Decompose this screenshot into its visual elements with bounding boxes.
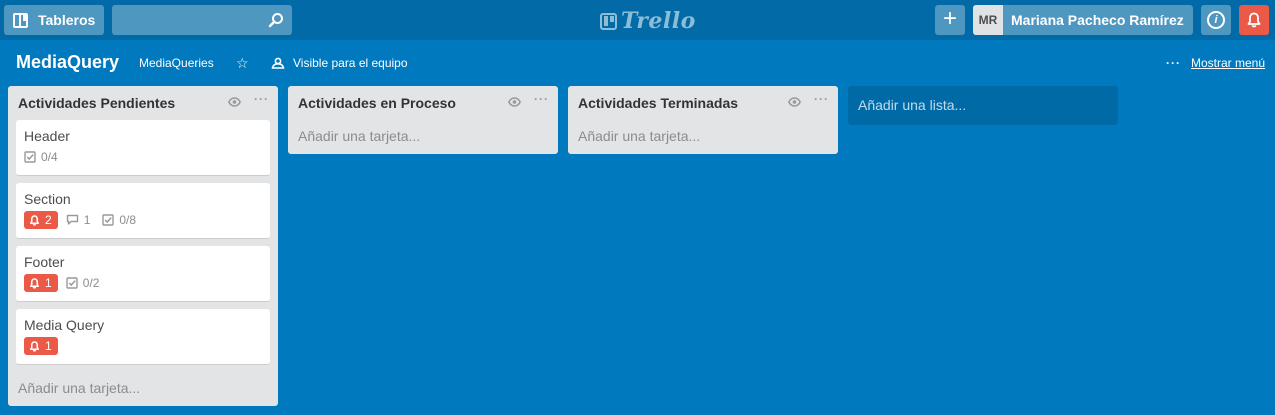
card-badges: 2 1 0/8 xyxy=(24,211,148,229)
star-icon[interactable]: ☆ xyxy=(236,55,249,72)
trello-logo[interactable]: Trello xyxy=(600,8,696,34)
boards-button[interactable]: Tableros xyxy=(4,5,104,35)
search-box[interactable] xyxy=(112,5,292,35)
info-icon: i xyxy=(1207,11,1225,29)
notification-count: 1 xyxy=(45,276,52,290)
list-header[interactable]: Actividades Terminadas ··· xyxy=(568,86,838,120)
notifications-button[interactable] xyxy=(1239,5,1269,35)
add-card-link[interactable]: Añadir una tarjeta... xyxy=(568,120,838,154)
trello-logo-text: Trello xyxy=(621,8,696,34)
bell-icon xyxy=(29,214,40,226)
notification-badge: 2 xyxy=(24,211,58,229)
list-header[interactable]: Actividades Pendientes ··· xyxy=(8,86,278,120)
visibility-button[interactable]: Visible para el equipo xyxy=(271,56,408,70)
card-title: Footer xyxy=(24,254,65,270)
add-button[interactable]: + xyxy=(935,5,965,35)
list-more-icon[interactable]: ··· xyxy=(814,92,829,106)
notification-badge: 1 xyxy=(24,337,58,355)
notification-count: 2 xyxy=(45,213,52,227)
comment-count: 1 xyxy=(83,213,91,227)
show-menu-link[interactable]: ··· Mostrar menú xyxy=(1166,56,1265,70)
add-card-link[interactable]: Añadir una tarjeta... xyxy=(288,120,558,154)
eye-icon[interactable] xyxy=(788,97,801,107)
plus-icon: + xyxy=(942,5,957,32)
avatar: MR xyxy=(973,5,1003,35)
checklist-badge: 0/2 xyxy=(65,276,100,290)
card-title: Header xyxy=(24,128,70,144)
checklist-count: 0/8 xyxy=(119,213,137,227)
list-title[interactable]: Actividades Pendientes xyxy=(18,95,175,111)
bell-icon xyxy=(29,277,40,289)
info-button[interactable]: i xyxy=(1201,5,1231,35)
card[interactable]: Header 0/4 xyxy=(16,120,270,176)
top-header-bar: Tableros Trello + MR Mariana Pacheco Ram… xyxy=(0,0,1275,40)
add-card-link[interactable]: Añadir una tarjeta... xyxy=(8,372,278,406)
checklist-count: 0/2 xyxy=(82,276,100,290)
bell-icon xyxy=(29,340,40,352)
card-badges: 0/4 xyxy=(24,148,70,166)
list-actividades-pendientes: Actividades Pendientes ··· Header 0/4 Se… xyxy=(8,86,278,406)
card-title: Section xyxy=(24,191,71,207)
show-menu-label: Mostrar menú xyxy=(1191,56,1266,70)
list-header[interactable]: Actividades en Proceso ··· xyxy=(288,86,558,120)
boards-button-label: Tableros xyxy=(38,12,96,28)
checklist-icon xyxy=(65,277,78,289)
list-more-icon[interactable]: ··· xyxy=(254,92,269,106)
notification-badge: 1 xyxy=(24,274,58,292)
list-title[interactable]: Actividades Terminadas xyxy=(578,95,738,111)
card-badges: 1 xyxy=(24,337,66,355)
card[interactable]: Section 2 1 0/8 xyxy=(16,183,270,239)
checklist-count: 0/4 xyxy=(41,150,58,164)
eye-icon[interactable] xyxy=(508,97,521,107)
list-actividades-terminadas: Actividades Terminadas ··· Añadir una ta… xyxy=(568,86,838,154)
user-name: Mariana Pacheco Ramírez xyxy=(1011,12,1184,28)
card-badges: 1 0/2 xyxy=(24,274,111,292)
checklist-badge: 0/8 xyxy=(102,213,136,227)
board-icon xyxy=(13,12,28,28)
bell-icon xyxy=(1247,12,1261,28)
list-title[interactable]: Actividades en Proceso xyxy=(298,95,456,111)
comment-icon xyxy=(66,214,78,225)
list-more-icon[interactable]: ··· xyxy=(534,92,549,106)
card[interactable]: Footer 1 0/2 xyxy=(16,246,270,302)
more-icon: ··· xyxy=(1166,56,1181,70)
team-name[interactable]: MediaQueries xyxy=(139,56,214,70)
search-icon[interactable] xyxy=(268,12,284,28)
checklist-icon xyxy=(102,214,115,226)
board-title[interactable]: MediaQuery xyxy=(16,52,119,73)
comment-badge: 1 xyxy=(66,213,91,227)
eye-icon[interactable] xyxy=(228,97,241,107)
visibility-label: Visible para el equipo xyxy=(293,56,408,70)
checklist-icon xyxy=(24,151,36,163)
notification-count: 1 xyxy=(45,339,52,353)
checklist-badge: 0/4 xyxy=(24,150,58,164)
search-input[interactable] xyxy=(112,5,292,35)
member-menu-button[interactable]: MR Mariana Pacheco Ramírez xyxy=(973,5,1193,35)
list-actividades-en-proceso: Actividades en Proceso ··· Añadir una ta… xyxy=(288,86,558,154)
card-title: Media Query xyxy=(24,317,105,333)
card[interactable]: Media Query 1 xyxy=(16,309,270,365)
team-visibility-icon xyxy=(271,57,285,69)
trello-logo-icon xyxy=(600,12,617,30)
add-list-button[interactable]: Añadir una lista... xyxy=(848,86,1118,125)
